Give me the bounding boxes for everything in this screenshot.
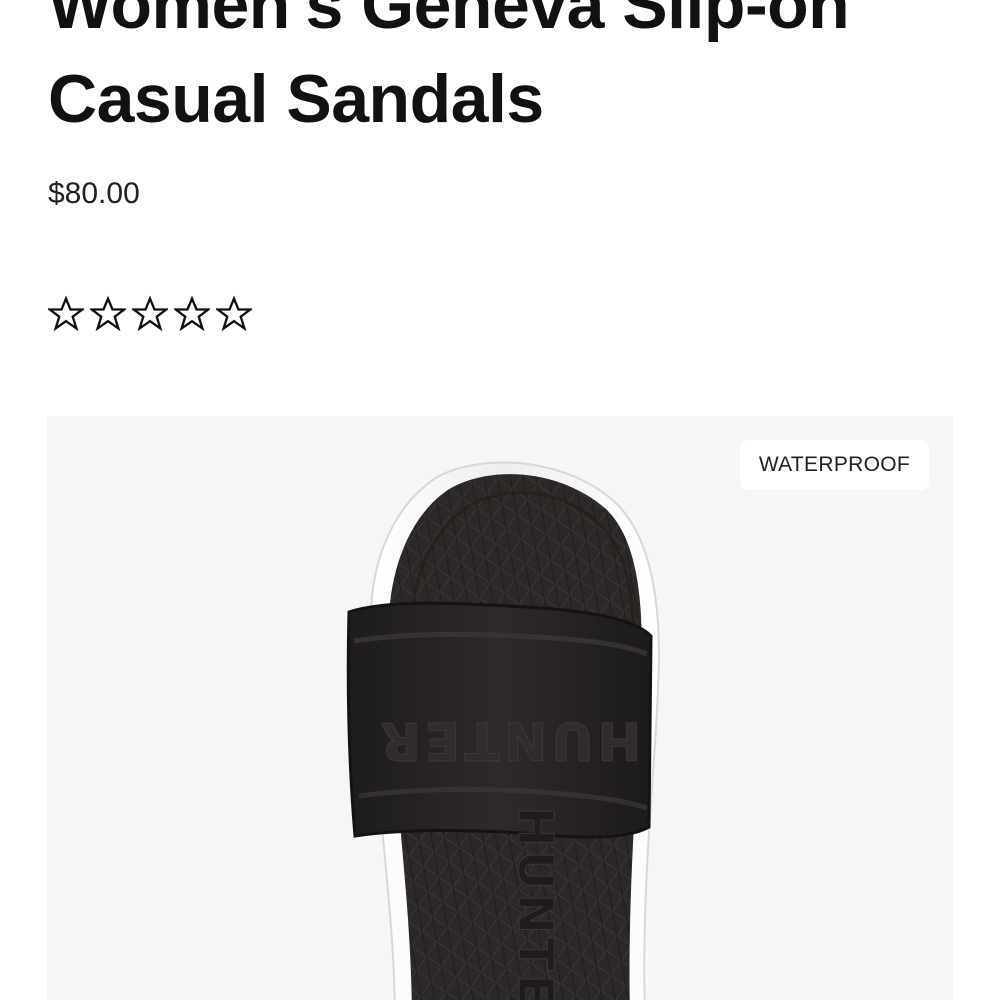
star-outline-icon [174, 295, 210, 332]
product-image-gallery[interactable]: HUNTER HUNTE WATERPROOF [47, 416, 953, 1000]
product-page: Women's Geneva Slip-on Casual Sandals $8… [0, 0, 1000, 1000]
strap-logo: HUNTER [377, 710, 641, 770]
star-outline-icon [216, 295, 252, 332]
rating-stars[interactable] [48, 294, 252, 336]
product-title: Women's Geneva Slip-on Casual Sandals [48, 0, 850, 137]
star-outline-icon [90, 295, 126, 332]
star-outline-icon [48, 295, 84, 332]
product-price: $80.00 [48, 177, 140, 210]
footbed-logo: HUNTE [507, 807, 563, 1000]
sandal-product-image: HUNTER HUNTE [346, 461, 660, 1000]
star-outline-icon [132, 295, 168, 332]
waterproof-badge: WATERPROOF [739, 440, 929, 490]
